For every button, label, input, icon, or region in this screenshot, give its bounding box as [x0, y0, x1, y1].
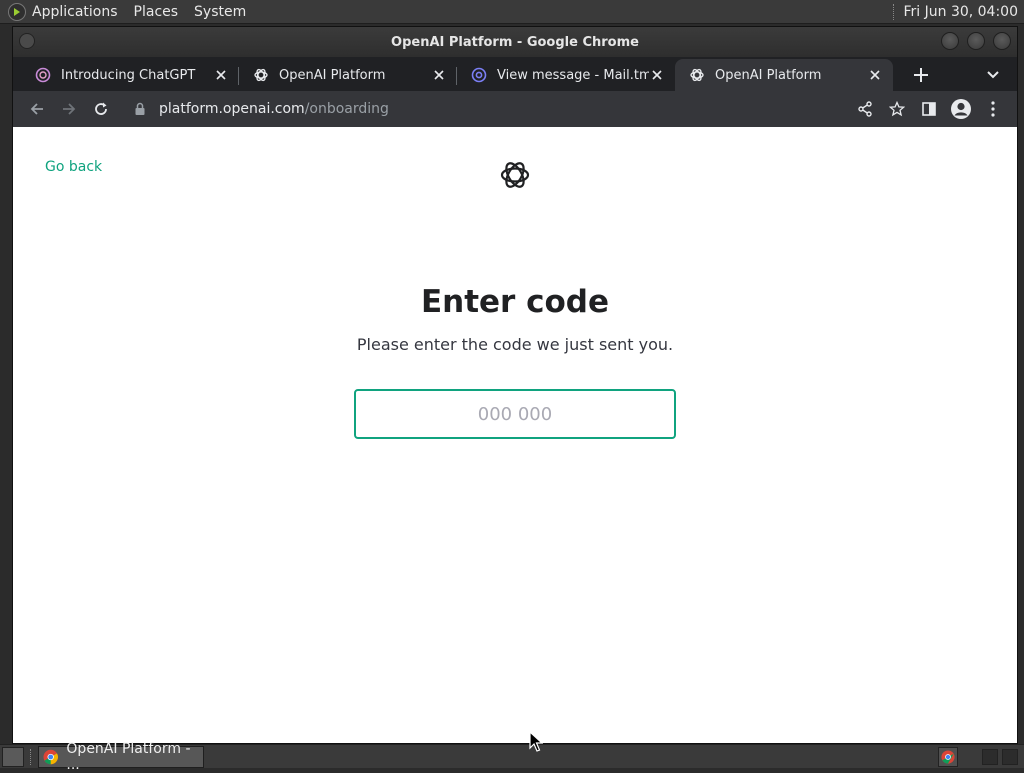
window-menu-button[interactable] [19, 33, 35, 49]
arrow-left-icon [30, 103, 43, 115]
url-path: /onboarding [304, 101, 389, 117]
star-icon [889, 101, 905, 117]
window-controls [941, 32, 1011, 50]
close-tab-icon[interactable] [431, 67, 447, 83]
browser-toolbar: platform.openai.com/onboarding [13, 91, 1017, 127]
page-title: Enter code [420, 284, 610, 320]
taskbar-separator [30, 748, 32, 765]
panel-separator [893, 3, 895, 20]
verification-code-input[interactable] [354, 389, 676, 439]
openai-favicon-icon [254, 68, 268, 82]
forward-button[interactable] [53, 93, 85, 125]
tab-introducing-chatgpt[interactable]: Introducing ChatGPT [21, 59, 239, 91]
tab-title: View message - Mail.tm [497, 67, 649, 83]
workspace-1[interactable] [982, 749, 998, 765]
window-titlebar[interactable]: OpenAI Platform - Google Chrome [13, 27, 1017, 57]
kebab-menu-icon [991, 101, 995, 117]
url-host: platform.openai.com [159, 101, 305, 117]
menu-places[interactable]: Places [134, 4, 179, 20]
go-back-link[interactable]: Go back [45, 159, 102, 175]
bookmark-button[interactable] [881, 93, 913, 125]
tray-chrome-icon[interactable] [938, 747, 958, 767]
bottom-taskbar: OpenAI Platform - ... [0, 741, 1024, 773]
close-tab-icon[interactable] [213, 67, 229, 83]
openai-logo-icon [500, 162, 530, 188]
window-title: OpenAI Platform - Google Chrome [391, 34, 639, 50]
back-button[interactable] [21, 93, 53, 125]
arrow-right-icon [63, 103, 76, 115]
tab-title: OpenAI Platform [715, 67, 822, 83]
close-tab-icon[interactable] [867, 67, 883, 83]
tab-view-message-mailtm[interactable]: View message - Mail.tm [457, 59, 675, 91]
tab-openai-platform-active[interactable]: OpenAI Platform [675, 59, 893, 91]
chrome-icon [43, 749, 58, 764]
maximize-button[interactable] [967, 32, 985, 50]
tab-strip: Introducing ChatGPT OpenAI Platform View… [13, 57, 1017, 91]
profile-button[interactable] [945, 93, 977, 125]
top-panel: Applications Places System Fri Jun 30, 0… [0, 0, 1024, 24]
tab-search-button[interactable] [983, 65, 1003, 85]
plus-icon [914, 68, 928, 82]
minimize-button[interactable] [941, 32, 959, 50]
workspace-2[interactable] [1002, 749, 1018, 765]
browser-window: OpenAI Platform - Google Chrome Introduc… [12, 26, 1018, 744]
openai-favicon-icon [690, 68, 704, 82]
avatar-icon [951, 99, 971, 119]
tab-title: OpenAI Platform [279, 67, 386, 83]
menu-applications[interactable]: Applications [32, 4, 118, 20]
tab-openai-platform[interactable]: OpenAI Platform [239, 59, 457, 91]
tab-title: Introducing ChatGPT [61, 67, 196, 83]
page-subtitle: Please enter the code we just sent you. [356, 335, 674, 354]
lock-icon[interactable] [133, 102, 147, 116]
close-tab-icon[interactable] [649, 67, 665, 83]
new-tab-button[interactable] [907, 61, 935, 89]
show-desktop-button[interactable] [2, 746, 24, 767]
workspace-switcher [982, 749, 1018, 765]
page-viewport: Go back Enter code Please enter the code… [13, 127, 1017, 743]
chevron-down-icon [987, 71, 999, 79]
chrome-menu-button[interactable] [977, 93, 1009, 125]
chatgpt-favicon-icon [35, 67, 51, 83]
panel-clock[interactable]: Fri Jun 30, 04:00 [903, 4, 1018, 20]
taskbar-item-chrome[interactable]: OpenAI Platform - ... [38, 741, 204, 773]
mailtm-favicon-icon [471, 67, 487, 83]
close-window-button[interactable] [993, 32, 1011, 50]
side-panel-button[interactable] [913, 93, 945, 125]
mouse-cursor-icon [529, 731, 543, 752]
gnome-foot-icon[interactable] [8, 2, 26, 21]
share-icon [858, 101, 872, 117]
toolbar-actions [849, 93, 1009, 125]
reload-button[interactable] [85, 93, 117, 125]
menu-system[interactable]: System [194, 4, 246, 20]
reload-icon [95, 102, 107, 115]
chrome-icon [941, 750, 955, 764]
side-panel-icon [922, 102, 936, 116]
address-bar[interactable]: platform.openai.com/onboarding [121, 94, 845, 124]
share-button[interactable] [849, 93, 881, 125]
